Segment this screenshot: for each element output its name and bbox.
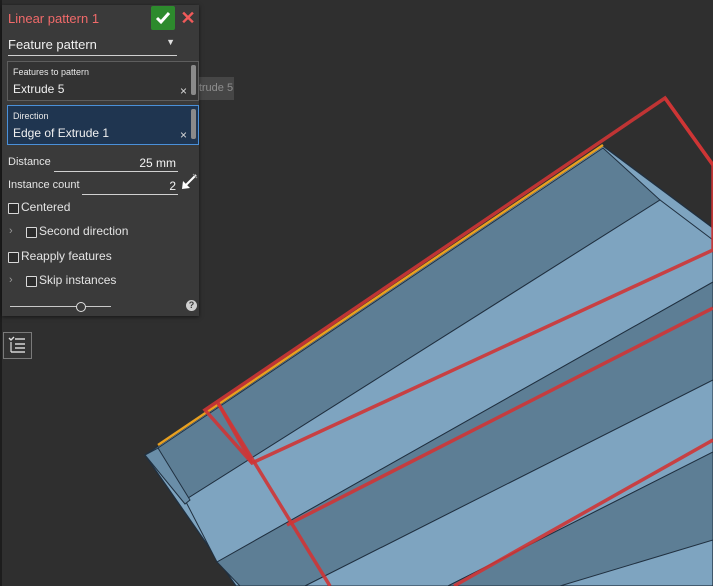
reapply-features-label: Reapply features (21, 249, 112, 263)
distance-label: Distance (8, 156, 51, 168)
centered-checkbox[interactable] (8, 203, 19, 214)
cancel-button[interactable]: ✕ (179, 8, 197, 28)
features-field-label: Features to pattern (13, 67, 90, 77)
centered-label: Centered (21, 200, 71, 214)
direction-field-label: Direction (13, 111, 49, 121)
pattern-type-select[interactable]: Feature pattern ▼ (8, 35, 177, 56)
direction-clear-icon[interactable]: × (180, 128, 187, 142)
pattern-type-value: Feature pattern (8, 37, 97, 52)
direction-field[interactable]: Direction Edge of Extrude 1 × (7, 105, 199, 145)
features-clear-icon[interactable]: × (180, 84, 187, 98)
pattern-preview-edge-e (663, 96, 713, 167)
distance-row: Distance 25 mm (8, 155, 180, 173)
slider-thumb[interactable] (75, 302, 86, 312)
instance-count-value[interactable]: 2 (169, 179, 176, 193)
second-direction-label: Second direction (39, 224, 129, 238)
second-direction-checkbox[interactable] (26, 227, 37, 238)
check-icon (155, 12, 171, 25)
dialog-header: Linear pattern 1 ✕ (2, 5, 199, 31)
dialog-title: Linear pattern 1 (8, 11, 100, 26)
second-direction-option[interactable]: Second direction (26, 224, 166, 240)
feature-list-button[interactable] (3, 332, 32, 359)
centered-option[interactable]: Centered (8, 200, 128, 216)
features-field-value[interactable]: Extrude 5 (13, 82, 64, 96)
slider-track[interactable] (10, 306, 111, 307)
accept-button[interactable] (151, 6, 175, 30)
caret-down-icon: ▼ (166, 37, 175, 47)
skip-instances-checkbox[interactable] (26, 276, 37, 287)
skip-instances-label: Skip instances (39, 273, 117, 287)
arrow-pick-icon[interactable] (180, 173, 198, 191)
reapply-features-checkbox[interactable] (8, 252, 19, 263)
instance-count-row: Instance count 2 (8, 178, 180, 196)
distance-value[interactable]: 25 mm (139, 156, 176, 170)
feature-list-icon (8, 336, 25, 353)
features-to-pattern-field[interactable]: Features to pattern Extrude 5 × (7, 61, 199, 101)
linear-pattern-dialog: Linear pattern 1 ✕ Feature pattern ▼ Fea… (2, 5, 199, 316)
direction-field-value[interactable]: Edge of Extrude 1 (13, 126, 109, 140)
instance-count-input[interactable]: 2 (82, 178, 178, 195)
features-field-scrollbar[interactable] (191, 65, 196, 95)
help-icon[interactable]: ? (186, 300, 197, 311)
chevron-right-icon[interactable]: › (9, 225, 13, 237)
chevron-right-icon[interactable]: › (9, 274, 13, 286)
direction-field-scrollbar[interactable] (191, 109, 196, 139)
reapply-features-option[interactable]: Reapply features (8, 249, 148, 265)
skip-instances-option[interactable]: Skip instances (26, 273, 166, 289)
distance-input[interactable]: 25 mm (54, 155, 178, 172)
close-icon: ✕ (180, 8, 196, 28)
instance-count-label: Instance count (8, 179, 80, 191)
